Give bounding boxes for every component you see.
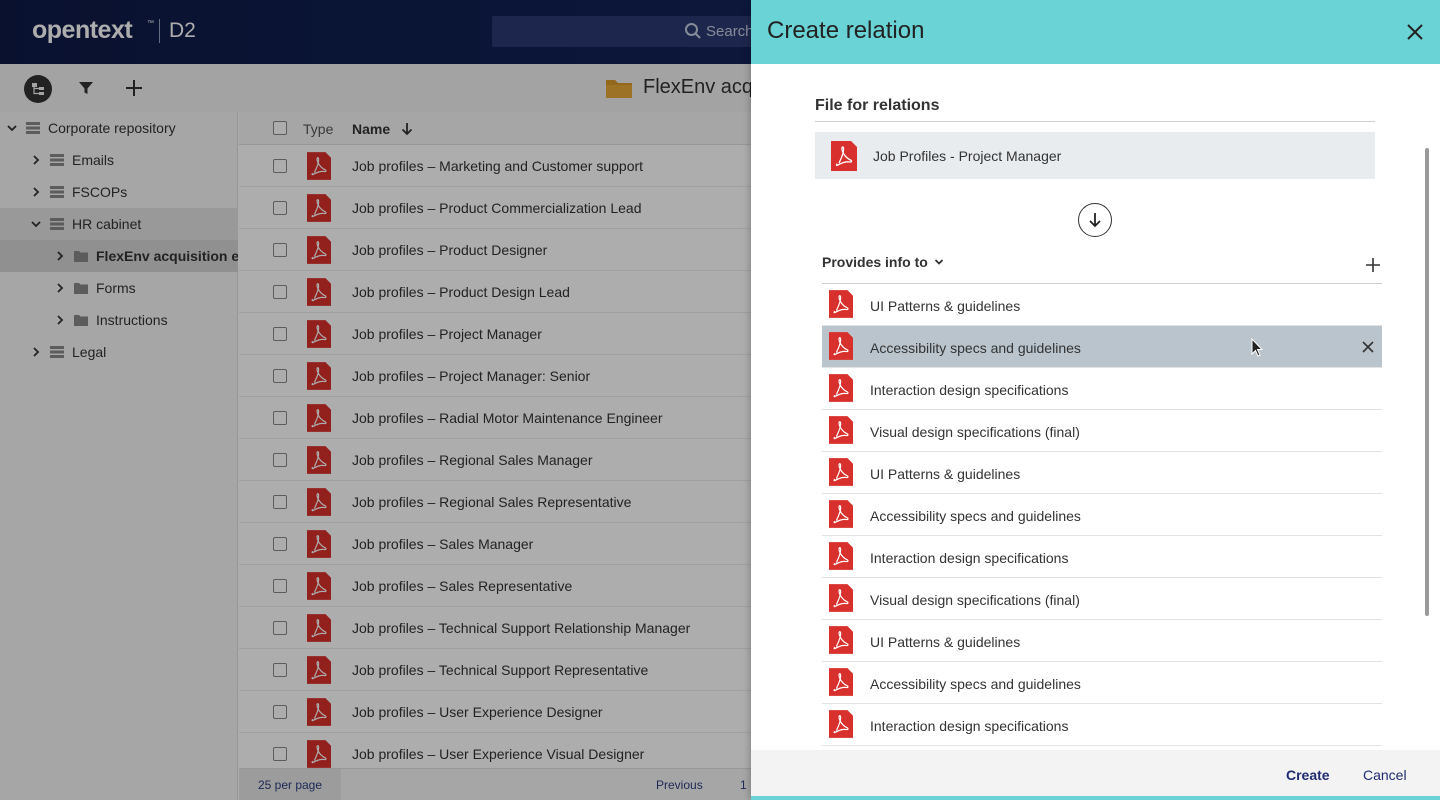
pdf-icon — [829, 710, 853, 741]
related-file-name: UI Patterns & guidelines — [870, 466, 1021, 482]
chevron-down-icon — [934, 259, 943, 265]
related-file-name: Interaction design specifications — [870, 550, 1069, 566]
related-file-name: Accessibility specs and guidelines — [870, 508, 1081, 524]
related-file-name: Visual design specifications (final) — [870, 592, 1080, 608]
related-file-name: UI Patterns & guidelines — [870, 634, 1021, 650]
mouse-pointer-icon — [1251, 338, 1263, 357]
relation-type-dropdown[interactable]: Provides info to — [822, 254, 944, 270]
related-file-name: Accessibility specs and guidelines — [870, 340, 1081, 356]
related-file-item[interactable]: Accessibility specs and guidelines — [822, 326, 1382, 368]
remove-icon[interactable] — [1361, 340, 1375, 354]
section-title: File for relations — [815, 97, 1375, 122]
arrow-down-icon — [1089, 213, 1101, 228]
source-file: Job Profiles - Project Manager — [815, 132, 1375, 179]
related-file-item[interactable]: Accessibility specs and guidelines — [822, 662, 1382, 704]
pdf-icon — [829, 374, 853, 405]
related-file-item[interactable]: UI Patterns & guidelines — [822, 620, 1382, 662]
pdf-icon — [829, 542, 853, 573]
dialog-header: Create relation — [751, 0, 1440, 64]
pdf-icon — [829, 584, 853, 615]
source-file-name: Job Profiles - Project Manager — [873, 148, 1062, 164]
create-button[interactable]: Create — [1286, 767, 1330, 783]
related-file-name: Interaction design specifications — [870, 718, 1069, 734]
related-file-item[interactable]: Interaction design specifications — [822, 368, 1382, 410]
related-file-item[interactable]: Visual design specifications (final) — [822, 578, 1382, 620]
related-file-item[interactable]: UI Patterns & guidelines — [822, 452, 1382, 494]
scrollbar[interactable] — [1425, 148, 1429, 616]
pdf-icon — [829, 332, 853, 363]
related-file-name: Visual design specifications (final) — [870, 424, 1080, 440]
pdf-icon — [829, 458, 853, 489]
modal-overlay[interactable] — [0, 0, 751, 800]
pdf-icon — [829, 500, 853, 531]
dialog-footer: Create Cancel — [751, 750, 1440, 800]
related-file-item[interactable]: UI Patterns & guidelines — [822, 284, 1382, 326]
pdf-icon — [829, 416, 853, 447]
related-file-name: Interaction design specifications — [870, 382, 1069, 398]
related-files-list: UI Patterns & guidelines Accessibility sp… — [822, 284, 1382, 750]
related-file-item[interactable]: Interaction design specifications — [822, 536, 1382, 578]
related-file-item[interactable]: Visual design specifications (final) — [822, 410, 1382, 452]
add-related-file-icon[interactable] — [1365, 257, 1381, 273]
pdf-icon — [829, 668, 853, 699]
create-relation-dialog: Create relation File for relations Job P… — [751, 0, 1440, 800]
pdf-icon — [831, 141, 857, 171]
pdf-icon — [829, 290, 853, 321]
relation-type-label: Provides info to — [822, 254, 928, 270]
dialog-title: Create relation — [767, 17, 925, 44]
related-file-name: Accessibility specs and guidelines — [870, 676, 1081, 692]
related-file-name: UI Patterns & guidelines — [870, 298, 1021, 314]
cancel-button[interactable]: Cancel — [1363, 767, 1407, 783]
related-file-item[interactable]: Interaction design specifications — [822, 704, 1382, 746]
close-icon[interactable] — [1405, 22, 1425, 42]
relation-direction-button[interactable] — [1078, 203, 1112, 237]
related-file-item[interactable]: Accessibility specs and guidelines — [822, 494, 1382, 536]
pdf-icon — [829, 626, 853, 657]
